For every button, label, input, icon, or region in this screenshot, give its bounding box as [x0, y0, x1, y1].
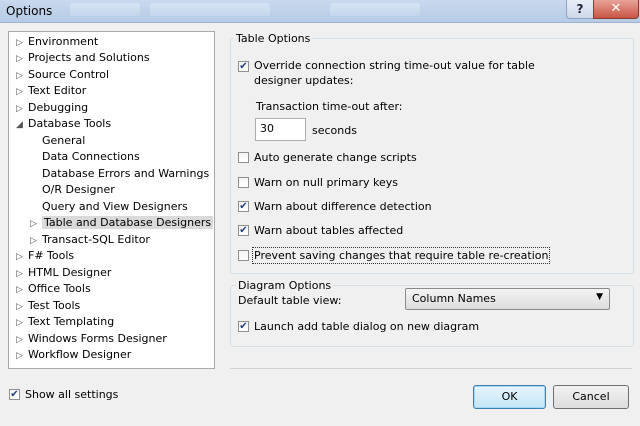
- tree-item-windows-forms-designer[interactable]: ▷ Windows Forms Designer: [16, 331, 167, 347]
- table-options-header: Table Options: [234, 32, 313, 45]
- options-tree[interactable]: ▷ Environment ▷ Projects and Solutions ▷ So…: [8, 31, 215, 369]
- tree-item-data-connections[interactable]: Data Connections: [42, 149, 140, 165]
- tree-item-or-designer[interactable]: O/R Designer: [42, 182, 115, 198]
- expand-arrow-icon[interactable]: ▷: [16, 348, 28, 364]
- tree-item-fsharp-tools[interactable]: ▷ F# Tools: [16, 248, 74, 264]
- expand-arrow-icon[interactable]: ▷: [16, 266, 28, 282]
- title-bar-blur: [150, 3, 270, 16]
- cancel-button[interactable]: Cancel: [553, 385, 629, 409]
- default-table-view-value: Column Names: [412, 292, 496, 305]
- tree-item-text-templating[interactable]: ▷ Text Templating: [16, 314, 114, 330]
- tree-item-general[interactable]: General: [42, 133, 85, 149]
- timeout-input[interactable]: 30: [255, 118, 306, 141]
- footer-separator: [230, 368, 632, 369]
- expand-arrow-icon[interactable]: ▷: [16, 84, 28, 100]
- warn-tables-affected-label: Warn about tables affected: [254, 224, 404, 237]
- timeout-label: Transaction time-out after:: [256, 100, 403, 113]
- title-bar-blur: [330, 3, 420, 16]
- collapse-arrow-icon[interactable]: ◢: [16, 117, 28, 133]
- override-timeout-label-line2: designer updates:: [254, 74, 354, 87]
- ok-button[interactable]: OK: [473, 385, 546, 409]
- prevent-saving-changes-label: Prevent saving changes that require tabl…: [251, 247, 551, 264]
- title-bar: Options ? ✕: [0, 0, 640, 23]
- show-all-settings-label: Show all settings: [25, 388, 119, 401]
- prevent-saving-changes-checkbox[interactable]: [238, 250, 249, 261]
- expand-arrow-icon[interactable]: ▷: [16, 51, 28, 67]
- tree-item-table-and-database-designers[interactable]: ▷ Table and Database Designers: [30, 215, 214, 232]
- help-button[interactable]: ?: [566, 0, 594, 19]
- override-timeout-checkbox[interactable]: ✔: [238, 61, 249, 72]
- expand-arrow-icon[interactable]: ▷: [30, 216, 42, 232]
- seconds-label: seconds: [312, 124, 357, 137]
- override-timeout-label: Override connection string time-out valu…: [254, 59, 535, 72]
- tree-item-office-tools[interactable]: ▷ Office Tools: [16, 281, 91, 297]
- expand-arrow-icon[interactable]: ▷: [16, 332, 28, 348]
- tree-item-database-tools[interactable]: ◢ Database Tools: [16, 116, 111, 132]
- expand-arrow-icon[interactable]: ▷: [16, 249, 28, 265]
- expand-arrow-icon[interactable]: ▷: [30, 233, 42, 249]
- warn-null-keys-label: Warn on null primary keys: [254, 176, 398, 189]
- warn-tables-affected-checkbox[interactable]: ✔: [238, 225, 249, 236]
- diagram-options-header: Diagram Options: [236, 279, 334, 292]
- tree-item-query-and-view-designers[interactable]: Query and View Designers: [42, 199, 188, 215]
- auto-generate-scripts-checkbox[interactable]: [238, 152, 249, 163]
- warn-difference-detection-checkbox[interactable]: ✔: [238, 201, 249, 212]
- expand-arrow-icon[interactable]: ▷: [16, 282, 28, 298]
- expand-arrow-icon[interactable]: ▷: [16, 68, 28, 84]
- expand-arrow-icon[interactable]: ▷: [16, 299, 28, 315]
- show-all-settings-checkbox[interactable]: ✔: [9, 389, 20, 400]
- tree-item-html-designer[interactable]: ▷ HTML Designer: [16, 265, 111, 281]
- tree-item-text-editor[interactable]: ▷ Text Editor: [16, 83, 86, 99]
- auto-generate-scripts-label: Auto generate change scripts: [254, 151, 417, 164]
- tree-item-test-tools[interactable]: ▷ Test Tools: [16, 298, 80, 314]
- warn-difference-detection-label: Warn about difference detection: [254, 200, 432, 213]
- window-title: Options: [6, 4, 53, 18]
- tree-item-projects-and-solutions[interactable]: ▷ Projects and Solutions: [16, 50, 150, 66]
- tree-item-workflow-designer[interactable]: ▷ Workflow Designer: [16, 347, 131, 363]
- tree-item-debugging[interactable]: ▷ Debugging: [16, 100, 88, 116]
- expand-arrow-icon[interactable]: ▷: [16, 315, 28, 331]
- tree-item-transact-sql-editor[interactable]: ▷ Transact-SQL Editor: [30, 232, 150, 248]
- default-table-view-label: Default table view:: [238, 294, 342, 307]
- tree-item-environment[interactable]: ▷ Environment: [16, 34, 98, 50]
- tree-item-database-errors-and-warnings[interactable]: Database Errors and Warnings: [42, 166, 209, 182]
- expand-arrow-icon[interactable]: ▷: [16, 101, 28, 117]
- close-button[interactable]: ✕: [593, 0, 639, 19]
- launch-add-table-label: Launch add table dialog on new diagram: [254, 320, 480, 333]
- tree-item-source-control[interactable]: ▷ Source Control: [16, 67, 109, 83]
- dropdown-arrow-icon: ▼: [596, 292, 603, 302]
- title-bar-blur: [70, 3, 140, 16]
- default-table-view-select[interactable]: Column Names ▼: [405, 288, 610, 310]
- launch-add-table-checkbox[interactable]: ✔: [238, 321, 249, 332]
- warn-null-keys-checkbox[interactable]: [238, 177, 249, 188]
- expand-arrow-icon[interactable]: ▷: [16, 35, 28, 51]
